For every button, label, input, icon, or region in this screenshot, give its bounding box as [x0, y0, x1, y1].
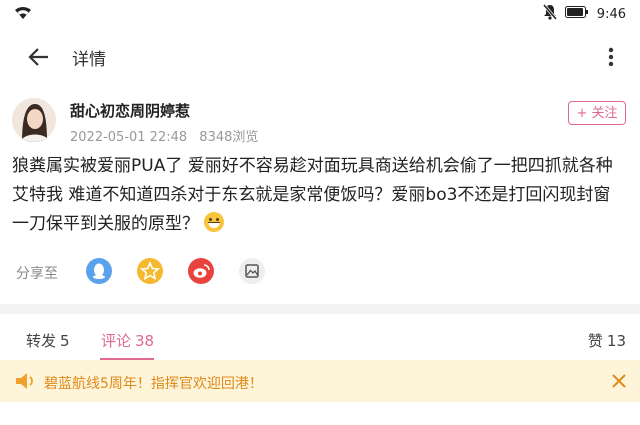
tab-comments-count: 38: [135, 332, 155, 350]
speaker-icon: [14, 372, 36, 394]
post-tabs: 转发 5 评论 38 赞 13: [0, 314, 640, 361]
grinning-sweat-emoji: [204, 212, 225, 232]
image-save-icon[interactable]: [239, 258, 265, 284]
avatar[interactable]: [12, 98, 56, 142]
post-date: 2022-05-01 22:48: [70, 130, 188, 145]
top-app-bar: 详情: [0, 34, 640, 80]
qq-icon[interactable]: [86, 258, 112, 284]
post-text: 狼粪属实被爱丽PUA了 爱丽好不容易趁对面玩具商送给机会偷了一把四抓就各种艾特我…: [12, 156, 613, 234]
section-divider: [0, 304, 640, 314]
battery-icon: [564, 6, 589, 22]
post-content: 狼粪属实被爱丽PUA了 爱丽好不容易趁对面玩具商送给机会偷了一把四抓就各种艾特我…: [12, 152, 624, 239]
back-arrow-icon[interactable]: [26, 44, 52, 70]
tab-likes-label: 赞: [587, 332, 603, 350]
follow-button[interactable]: + 关注: [568, 101, 626, 125]
author-name[interactable]: 甜心初恋周阴婷惹: [70, 100, 190, 121]
tab-repost-count: 5: [60, 332, 70, 350]
tab-comments-label: 评论: [101, 332, 132, 350]
status-bar: 9:46: [0, 0, 640, 26]
next-section-peek: [0, 414, 640, 425]
mute-icon: [542, 4, 557, 24]
post-header: 甜心初恋周阴婷惹 2022-05-01 22:48 8348浏览 + 关注: [0, 96, 640, 150]
share-row: 分享至: [0, 256, 640, 288]
weibo-icon[interactable]: [188, 258, 214, 284]
tab-comments[interactable]: 评论 38: [101, 330, 154, 351]
more-vertical-icon[interactable]: [604, 44, 618, 70]
status-time: 9:46: [596, 6, 626, 22]
post-meta: 2022-05-01 22:48 8348浏览: [70, 126, 258, 145]
wifi-icon: [14, 5, 32, 24]
tab-repost[interactable]: 转发 5: [26, 330, 70, 351]
tab-likes[interactable]: 赞 13: [588, 330, 626, 351]
tab-repost-label: 转发: [26, 332, 57, 350]
page-title: 详情: [72, 50, 106, 70]
view-count: 8348浏览: [199, 130, 259, 145]
share-label: 分享至: [16, 266, 58, 282]
banner-text: 碧蓝航线5周年！指挥官欢迎回港！: [44, 376, 263, 392]
close-icon[interactable]: [610, 372, 628, 390]
tab-likes-count: 13: [606, 332, 626, 350]
qzone-icon[interactable]: [137, 258, 163, 284]
announcement-banner[interactable]: 碧蓝航线5周年！指挥官欢迎回港！: [0, 360, 640, 402]
